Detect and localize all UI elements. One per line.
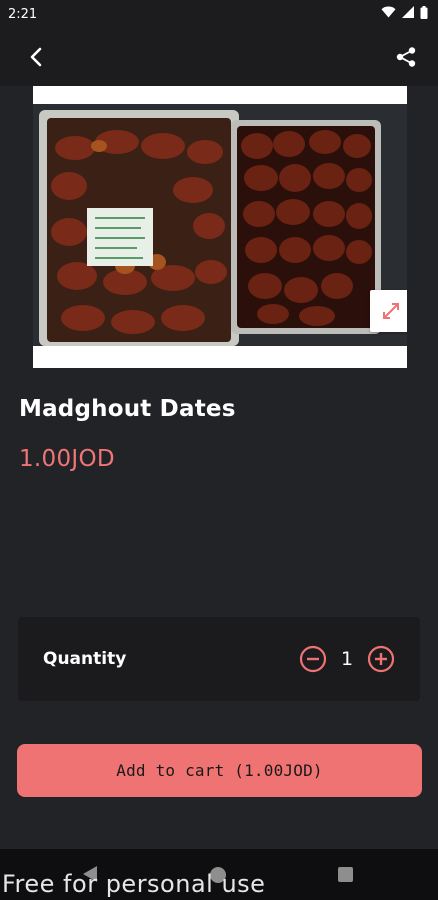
- add-to-cart-button[interactable]: Add to cart (1.00JOD): [17, 744, 422, 797]
- back-arrow-icon[interactable]: [22, 43, 50, 71]
- product-title: Madghout Dates: [19, 396, 236, 422]
- status-bar: 2:21: [0, 0, 438, 28]
- quantity-panel: Quantity 1: [18, 617, 420, 701]
- nav-recents-icon[interactable]: [338, 867, 353, 882]
- share-icon[interactable]: [392, 43, 420, 71]
- minus-circle-icon[interactable]: [298, 644, 328, 674]
- product-image[interactable]: [33, 86, 407, 368]
- product-photo: [33, 86, 407, 368]
- battery-icon: [420, 5, 428, 23]
- watermark: Free for personal use: [2, 870, 266, 898]
- app-bar: [0, 28, 438, 86]
- signal-icon: [402, 6, 414, 22]
- product-price: 1.00JOD: [19, 446, 115, 472]
- status-time: 2:21: [8, 6, 38, 22]
- plus-circle-icon[interactable]: [366, 644, 396, 674]
- status-icons: [381, 5, 428, 23]
- expand-icon[interactable]: [370, 290, 407, 332]
- wifi-icon: [381, 6, 396, 22]
- quantity-stepper: 1: [298, 644, 396, 674]
- quantity-label: Quantity: [43, 649, 127, 669]
- quantity-value: 1: [340, 648, 354, 670]
